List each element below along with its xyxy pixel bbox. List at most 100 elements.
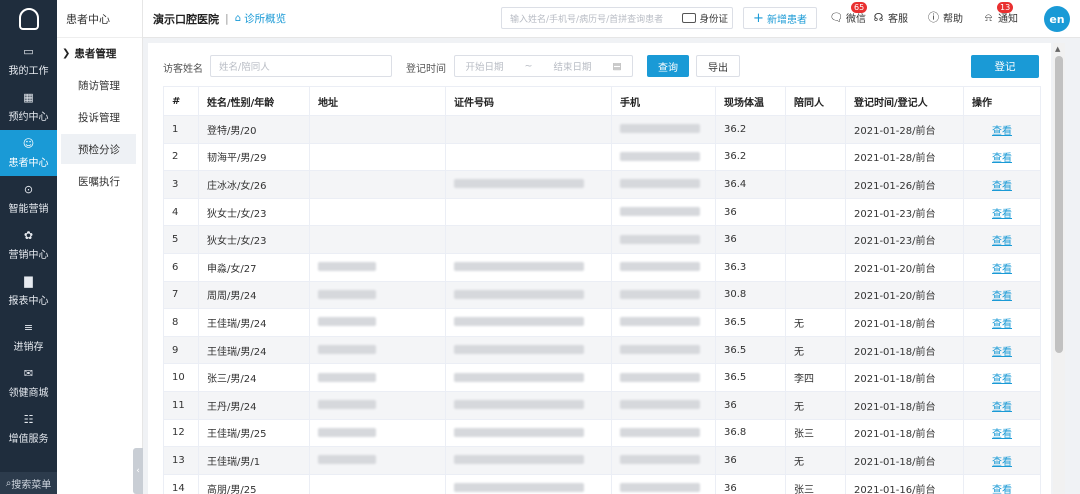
table-cell bbox=[611, 115, 716, 144]
search-menu-button[interactable]: ⌕ 搜索菜单 bbox=[0, 472, 57, 494]
collapse-sidebar-handle[interactable]: ‹ bbox=[133, 448, 143, 494]
table-cell: 2021-01-16/前台 bbox=[845, 473, 964, 494]
table-cell bbox=[611, 308, 716, 337]
redacted-value bbox=[454, 372, 584, 382]
table-cell: 张三 bbox=[785, 418, 846, 448]
view-link[interactable]: 查看 bbox=[963, 142, 1041, 172]
table-cell: 2021-01-18/前台 bbox=[845, 308, 964, 337]
view-link[interactable]: 查看 bbox=[963, 390, 1041, 420]
customer-service-button[interactable]: ☊ 客服 bbox=[871, 10, 908, 25]
service-label: 客服 bbox=[888, 14, 908, 25]
rail-item[interactable]: ▭ 我的工作 bbox=[0, 38, 57, 84]
rail-item[interactable]: ⊙ 智能营销 bbox=[0, 176, 57, 222]
view-link[interactable]: 查看 bbox=[963, 225, 1041, 254]
table-cell: 36.4 bbox=[715, 170, 786, 199]
view-link[interactable]: 查看 bbox=[963, 335, 1041, 365]
idcard-reader-button[interactable]: 身份证 bbox=[682, 11, 728, 25]
table-cell bbox=[785, 142, 846, 172]
header-separator: | bbox=[225, 12, 229, 25]
subnav-group-patient-management[interactable]: ❯ 患者管理 bbox=[57, 38, 142, 68]
table-cell bbox=[785, 115, 846, 144]
subnav-item[interactable]: 医嘱执行 bbox=[61, 166, 136, 196]
table-cell bbox=[309, 142, 446, 172]
view-link[interactable]: 查看 bbox=[963, 115, 1041, 144]
table-cell bbox=[611, 142, 716, 172]
view-link[interactable]: 查看 bbox=[963, 308, 1041, 337]
view-link[interactable]: 查看 bbox=[963, 363, 1041, 392]
redacted-value bbox=[620, 207, 700, 217]
user-avatar[interactable]: en bbox=[1044, 6, 1070, 32]
export-button[interactable]: 导出 bbox=[696, 55, 740, 77]
rail-item[interactable]: ▇ 报表中心 bbox=[0, 268, 57, 314]
table-cell: 2021-01-28/前台 bbox=[845, 142, 964, 172]
table-cell: 狄女士/女/23 bbox=[198, 197, 310, 227]
view-link[interactable]: 查看 bbox=[963, 197, 1041, 227]
table-cell: 13 bbox=[163, 446, 199, 475]
table-cell: 庄冰冰/女/26 bbox=[198, 170, 310, 199]
register-button[interactable]: 登记 bbox=[971, 55, 1039, 78]
rail-item[interactable]: ✿ 营销中心 bbox=[0, 222, 57, 268]
table-cell bbox=[309, 446, 446, 475]
column-header: 登记时间/登记人 bbox=[845, 86, 964, 116]
help-icon: ⓘ bbox=[928, 11, 939, 24]
overview-label: 诊所概览 bbox=[244, 13, 287, 25]
wechat-button[interactable]: 🗨 微信 65 bbox=[829, 2, 868, 25]
rail-item[interactable]: ☷ 增值服务 bbox=[0, 406, 57, 452]
scroll-up-icon[interactable]: ▲ bbox=[1055, 45, 1060, 53]
redacted-value bbox=[454, 345, 584, 355]
scrollbar-thumb[interactable] bbox=[1055, 56, 1063, 353]
query-button[interactable]: 查询 bbox=[647, 55, 689, 77]
view-link[interactable]: 查看 bbox=[963, 170, 1041, 199]
new-patient-button[interactable]: + 新增患者 bbox=[743, 7, 817, 29]
rail-item[interactable]: ☺ 患者中心 bbox=[0, 130, 57, 176]
bar-chart-icon: ▇ bbox=[24, 275, 33, 288]
help-button[interactable]: ⓘ 帮助 bbox=[926, 10, 963, 25]
redacted-value bbox=[318, 289, 376, 299]
user-icon: ☺ bbox=[22, 137, 35, 150]
headset-icon: ☊ bbox=[873, 11, 884, 24]
clinic-name: 演示口腔医院 bbox=[153, 12, 219, 26]
home-icon: ⌂ bbox=[234, 13, 242, 24]
subnav-group-label: 患者管理 bbox=[74, 47, 117, 60]
rail-item[interactable]: ✉ 领健商城 bbox=[0, 360, 57, 406]
subnav-item[interactable]: 预检分诊 bbox=[61, 134, 136, 164]
view-link[interactable]: 查看 bbox=[963, 252, 1041, 282]
view-link[interactable]: 查看 bbox=[963, 418, 1041, 448]
redacted-value bbox=[318, 317, 376, 327]
redacted-value bbox=[620, 455, 700, 465]
table-cell: 2021-01-18/前台 bbox=[845, 446, 964, 475]
table-cell bbox=[309, 335, 446, 365]
rail-item[interactable]: ▦ 预约中心 bbox=[0, 84, 57, 130]
table-cell bbox=[611, 197, 716, 227]
flower-icon: ✿ bbox=[23, 229, 34, 242]
view-link[interactable]: 查看 bbox=[963, 280, 1041, 310]
notice-button[interactable]: ⍾ 通知 13 bbox=[981, 2, 1018, 25]
visitor-name-input[interactable]: 姓名/陪同人 bbox=[210, 55, 392, 77]
redacted-value bbox=[454, 483, 584, 493]
register-time-label: 登记时间 bbox=[406, 64, 446, 75]
clinic-overview-link[interactable]: ⌂ 诊所概览 bbox=[235, 11, 286, 26]
redacted-value bbox=[318, 345, 376, 355]
subnav-item[interactable]: 投诉管理 bbox=[61, 102, 136, 132]
table-cell: 36.2 bbox=[715, 115, 786, 144]
redacted-value bbox=[620, 262, 700, 272]
table-cell: 5 bbox=[163, 225, 199, 254]
table-cell bbox=[445, 335, 612, 365]
rail-item[interactable]: ≡ 进销存 bbox=[0, 314, 57, 360]
table-cell bbox=[445, 142, 612, 172]
patient-search-input[interactable]: 输入姓名/手机号/病历号/首拼查询患者 身份证 bbox=[501, 7, 733, 29]
column-header: 陪同人 bbox=[785, 86, 846, 116]
subnav-item[interactable]: 随访管理 bbox=[61, 70, 136, 100]
redacted-value bbox=[620, 179, 700, 189]
vertical-scrollbar[interactable]: ▲ bbox=[1053, 43, 1065, 494]
date-range-picker[interactable]: 开始日期 ~ 结束日期 ▤ bbox=[454, 55, 633, 77]
table-header-row: # 姓名/性别/年龄 地址 证件号码 手机 现场体温 陪同人 登记时间/登记人 操作 bbox=[163, 86, 1041, 116]
view-link[interactable]: 查看 bbox=[963, 446, 1041, 475]
marketing-icon: ⊙ bbox=[23, 183, 34, 196]
table-cell bbox=[445, 115, 612, 144]
secondary-sidebar: 患者中心 ❯ 患者管理 随访管理 投诉管理 预检分诊 医嘱执行 bbox=[57, 0, 143, 494]
view-link[interactable]: 查看 bbox=[963, 473, 1041, 494]
table-cell bbox=[445, 225, 612, 254]
app-logo[interactable] bbox=[0, 0, 57, 38]
table-row: 12 王佳瑞/男/25 36.8 张三 2021-01-18/前台 查看 bbox=[163, 418, 1041, 448]
